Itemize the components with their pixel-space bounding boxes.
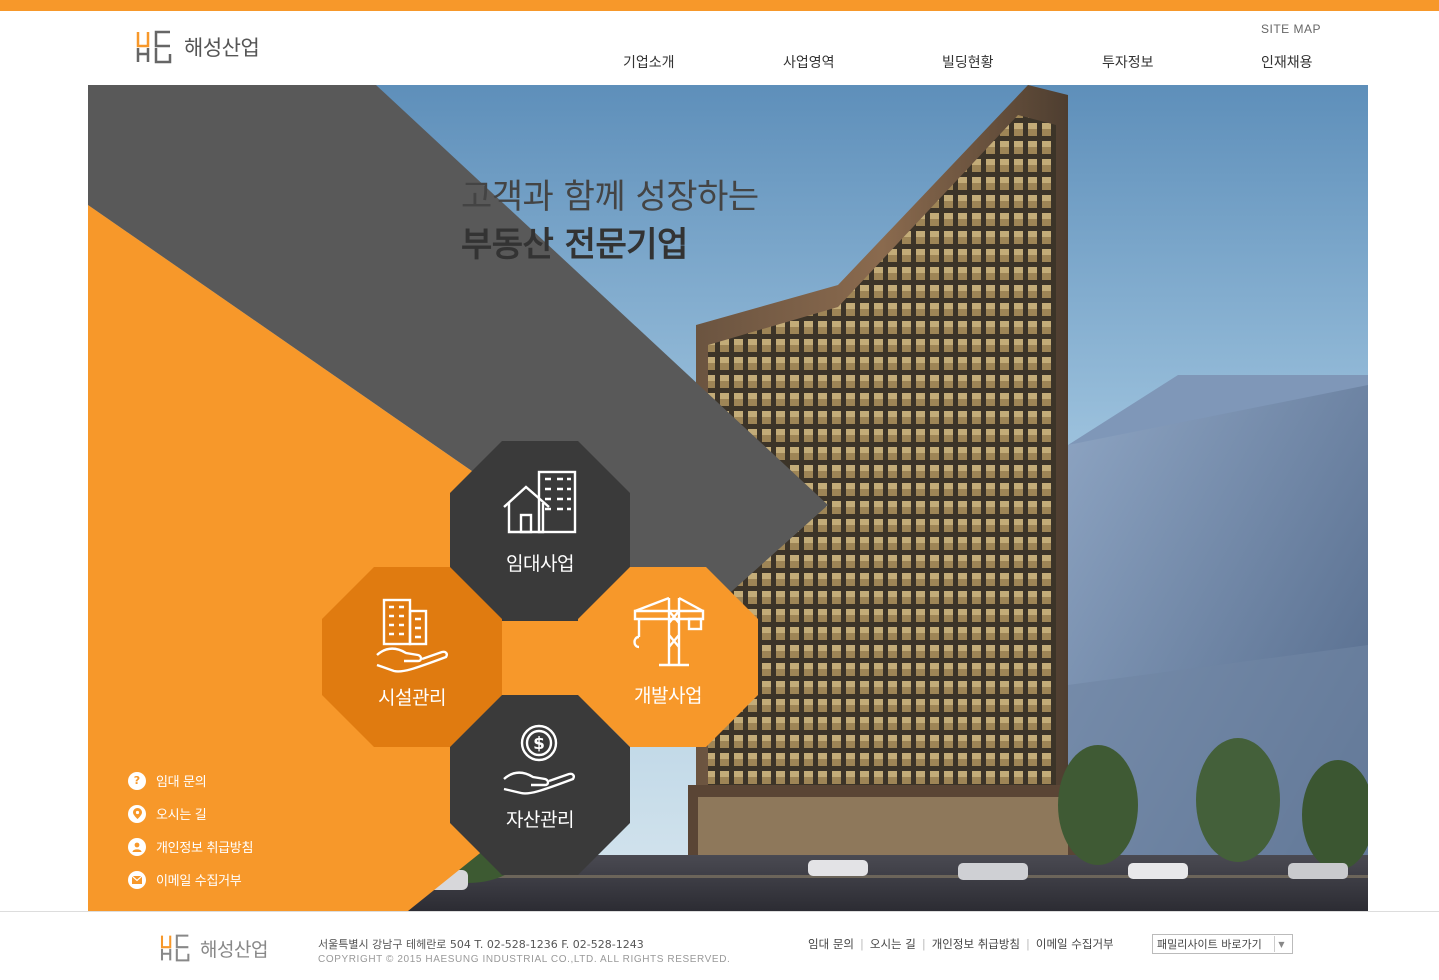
- person-icon: [128, 837, 146, 856]
- footer-links: 임대 문의 | 오시는 길 | 개인정보 취급방침 | 이메일 수집거부: [808, 936, 1114, 952]
- divider: |: [921, 937, 926, 951]
- quick-link-directions[interactable]: 오시는 길: [128, 797, 253, 830]
- question-icon: ?: [128, 771, 146, 790]
- hs-logo-icon: [160, 934, 190, 962]
- crane-icon: [633, 596, 705, 667]
- nav-buildings[interactable]: 빌딩현황: [942, 52, 994, 72]
- top-accent-bar: [0, 0, 1439, 11]
- family-site-value: 패밀리사이트 바로가기: [1157, 938, 1262, 951]
- svg-text:$: $: [533, 734, 545, 754]
- tile-asset[interactable]: $ 자산관리: [450, 695, 630, 875]
- nav-company[interactable]: 기업소개: [623, 52, 675, 72]
- nav-investment[interactable]: 투자정보: [1102, 52, 1154, 72]
- quick-link-lease-inquiry[interactable]: ? 임대 문의: [128, 764, 253, 797]
- house-building-icon: [503, 470, 577, 534]
- tile-asset-label: 자산관리: [506, 809, 574, 831]
- footer-link-lease-inquiry[interactable]: 임대 문의: [808, 936, 854, 952]
- footer-copyright: COPYRIGHT © 2015 HAESUNG INDUSTRIAL CO.,…: [318, 954, 731, 965]
- footer: 해성산업 서울특별시 강남구 테헤란로 504 T. 02-528-1236 F…: [0, 911, 1439, 980]
- footer-logo-text: 해성산업: [200, 938, 268, 961]
- footer-link-directions[interactable]: 오시는 길: [870, 936, 916, 952]
- mail-icon: [128, 870, 146, 889]
- hero-banner: 고객과 함께 성장하는 부동산 전문기업 임대사업 시설관리 개발사업 $ 자산…: [88, 85, 1368, 911]
- quick-link-email-refusal[interactable]: 이메일 수집거부: [128, 863, 253, 896]
- quick-link-label: 오시는 길: [156, 808, 207, 823]
- footer-logo: 해성산업: [160, 934, 268, 962]
- family-site-select[interactable]: 패밀리사이트 바로가기 ▼: [1152, 934, 1293, 954]
- hand-coin-icon: $: [503, 724, 575, 795]
- quick-link-label: 임대 문의: [156, 775, 207, 790]
- slogan-line-2: 부동산 전문기업: [461, 225, 688, 265]
- footer-link-email-refusal[interactable]: 이메일 수집거부: [1036, 936, 1114, 952]
- chevron-down-icon: ▼: [1274, 936, 1288, 952]
- header: 해성산업 SITE MAP 기업소개 사업영역 빌딩현황 투자정보 인재채용: [0, 11, 1439, 85]
- quick-link-label: 개인정보 취급방침: [156, 841, 254, 856]
- main-nav: 기업소개 사업영역 빌딩현황 투자정보 인재채용: [0, 52, 1439, 72]
- divider: |: [1026, 937, 1030, 951]
- nav-business[interactable]: 사업영역: [783, 52, 835, 72]
- quick-link-privacy[interactable]: 개인정보 취급방침: [128, 830, 253, 863]
- quick-link-label: 이메일 수집거부: [156, 874, 242, 889]
- hero-slogan: 고객과 함께 성장하는 부동산 전문기업: [461, 173, 759, 269]
- quick-links: ? 임대 문의 오시는 길 개인정보 취급방침 이메일 수집거부: [128, 764, 253, 896]
- location-pin-icon: [128, 804, 146, 823]
- footer-link-privacy[interactable]: 개인정보 취급방침: [932, 936, 1020, 952]
- divider: |: [859, 937, 864, 951]
- site-map-link[interactable]: SITE MAP: [1261, 22, 1321, 36]
- footer-address: 서울특별시 강남구 테헤란로 504 T. 02-528-1236 F. 02-…: [318, 938, 644, 951]
- slogan-line-1: 고객과 함께 성장하는: [461, 177, 759, 217]
- nav-recruit[interactable]: 인재채용: [1261, 52, 1313, 72]
- hand-building-icon: [376, 598, 448, 673]
